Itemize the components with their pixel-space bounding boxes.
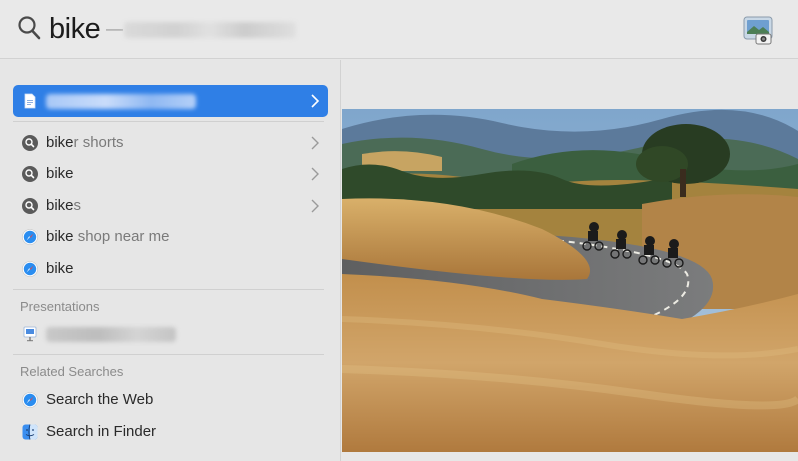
suggestion-label: bike [46,260,74,277]
chevron-right-icon [311,94,320,108]
suggestion-biker-shorts[interactable]: biker shorts [13,127,328,159]
search-in-finder[interactable]: Search in Finder [13,416,328,448]
finder-icon [22,424,38,440]
suggestion-bike-shop-near-me[interactable]: bike shop near me [13,221,328,253]
image-preview [342,109,798,452]
search-the-web[interactable]: Search the Web [13,384,328,416]
section-title-related-searches: Related Searches [20,364,124,379]
chevron-right-icon [311,167,319,181]
safari-icon [22,229,38,245]
keynote-icon [23,326,37,342]
section-title-presentations: Presentations [20,299,100,314]
related-label: Search the Web [46,391,154,408]
suggestion-label: biker shorts [46,134,124,151]
search-bar: bike — [0,0,798,59]
separator [13,289,324,290]
search-icon [22,166,38,182]
search-icon [18,16,41,40]
separator [13,354,324,355]
safari-icon [22,392,38,408]
chevron-right-icon [311,199,319,213]
column-divider [340,60,341,461]
separator [13,121,324,122]
top-hit-label-redacted [46,94,196,109]
spotlight-window: bike — biker shorts bike bikes bike shop… [0,0,798,461]
top-hit-result[interactable] [13,85,328,117]
suggestion-bike-web[interactable]: bike [13,253,328,285]
suggestion-bike[interactable]: bike [13,158,328,190]
suggestion-label: bike [46,165,74,182]
search-icon [22,198,38,214]
presentation-result[interactable] [13,318,328,350]
suggestion-bikes[interactable]: bikes [13,190,328,222]
presentation-label-redacted [46,327,176,342]
related-label: Search in Finder [46,423,157,440]
search-input[interactable]: bike [49,11,101,47]
search-completion-dash: — [106,19,123,38]
search-completion-redacted [124,22,296,38]
image-file-icon [24,93,36,109]
search-icon [22,135,38,151]
preview-app-icon[interactable] [742,14,774,46]
suggestion-label: bikes [46,197,82,214]
chevron-right-icon [311,136,319,150]
safari-icon [22,261,38,277]
suggestion-label: bike shop near me [46,228,170,245]
